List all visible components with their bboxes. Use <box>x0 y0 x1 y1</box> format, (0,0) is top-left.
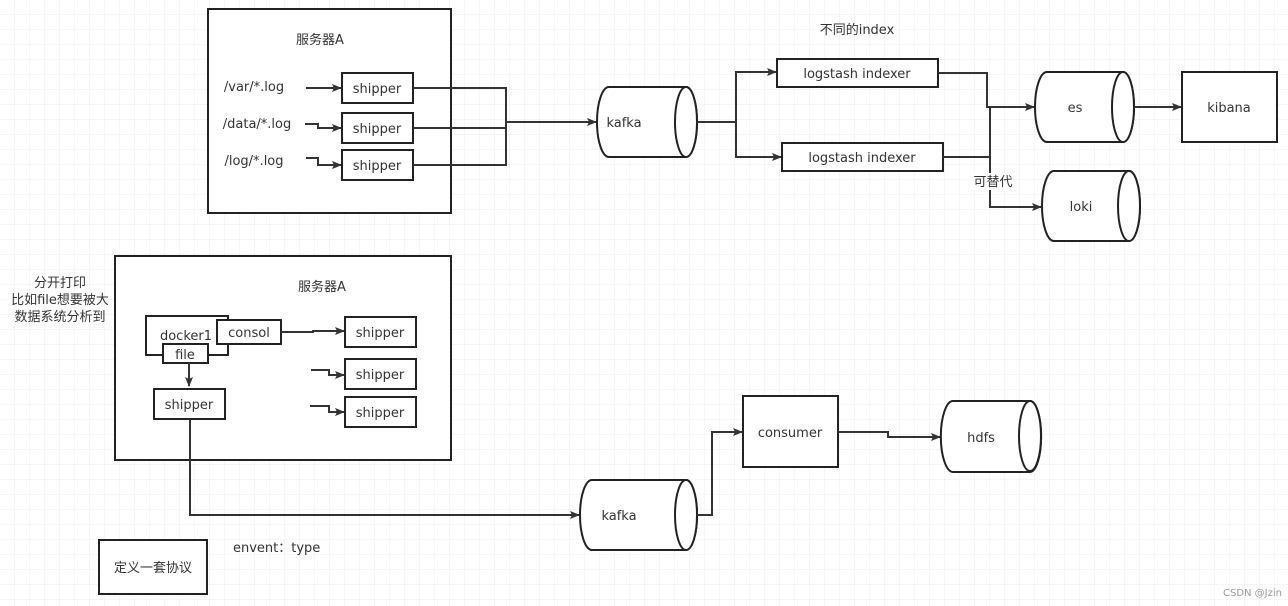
kibana-node[interactable]: kibana <box>1181 71 1278 143</box>
file-node[interactable]: file <box>162 343 209 364</box>
hdfs-label: hdfs <box>967 431 995 446</box>
file-label: file <box>175 348 195 363</box>
arrow-consol-shipper <box>281 327 345 335</box>
shipper-label: shipper <box>353 122 402 137</box>
protocol-text: envent：type <box>233 541 320 556</box>
kafka-cylinder-bottom[interactable]: kafka <box>579 479 698 551</box>
indexer-label: logstash indexer <box>803 67 911 82</box>
index-note: 不同的index <box>820 22 895 38</box>
shipper-node[interactable]: shipper <box>344 358 417 390</box>
shipper-node[interactable]: shipper <box>341 149 414 181</box>
shipper-label: shipper <box>353 159 402 174</box>
shipper-node[interactable]: shipper <box>344 316 417 348</box>
shipper-label: shipper <box>356 368 405 383</box>
docker1-label: docker1 <box>160 329 212 344</box>
note-line-3: 数据系统分析到 <box>14 310 105 325</box>
note-line-1: 分开打印 <box>34 276 86 291</box>
consumer-node[interactable]: consumer <box>742 395 839 468</box>
protocol-box-label: 定义一套协议 <box>114 560 192 576</box>
shipper-label: shipper <box>165 398 214 413</box>
note-line-2: 比如file想要被大 <box>11 292 109 308</box>
shipper-node[interactable]: shipper <box>341 112 414 144</box>
kafka-label: kafka <box>601 509 636 524</box>
shipper-label: shipper <box>353 82 402 97</box>
consol-label: consol <box>228 326 270 341</box>
logstash-indexer-2[interactable]: logstash indexer <box>781 142 944 172</box>
server-a-title-top: 服务器A <box>296 32 344 48</box>
log-path-log: /log/*.log <box>224 154 283 169</box>
es-cylinder[interactable]: es <box>1034 71 1135 143</box>
kafka-label: kafka <box>606 116 641 131</box>
shipper-node[interactable]: shipper <box>341 72 414 104</box>
kibana-label: kibana <box>1207 101 1251 116</box>
loki-label: loki <box>1070 200 1093 215</box>
loki-cylinder[interactable]: loki <box>1041 170 1141 242</box>
hdfs-cylinder[interactable]: hdfs <box>939 400 1043 473</box>
inner-shipper-node[interactable]: shipper <box>153 388 226 420</box>
logstash-indexer-1[interactable]: logstash indexer <box>776 58 939 88</box>
shipper-node[interactable]: shipper <box>344 396 417 428</box>
log-path-var: /var/*.log <box>224 80 284 95</box>
indexer-label: logstash indexer <box>808 151 916 166</box>
watermark: CSDN @Jzin <box>1223 588 1282 599</box>
es-label: es <box>1068 101 1083 116</box>
protocol-box[interactable]: 定义一套协议 <box>98 539 208 595</box>
shipper-label: shipper <box>356 326 405 341</box>
consumer-label: consumer <box>758 426 823 441</box>
diagram-canvas: 服务器A /var/*.log /data/*.log /log/*.log s… <box>0 0 1288 606</box>
kafka-cylinder-top[interactable]: kafka <box>596 86 698 158</box>
alt-label: 可替代 <box>973 175 1012 190</box>
shipper-label: shipper <box>356 406 405 421</box>
log-path-data: /data/*.log <box>223 117 292 132</box>
consol-node[interactable]: consol <box>216 319 282 345</box>
server-a-title-bottom: 服务器A <box>298 279 346 295</box>
